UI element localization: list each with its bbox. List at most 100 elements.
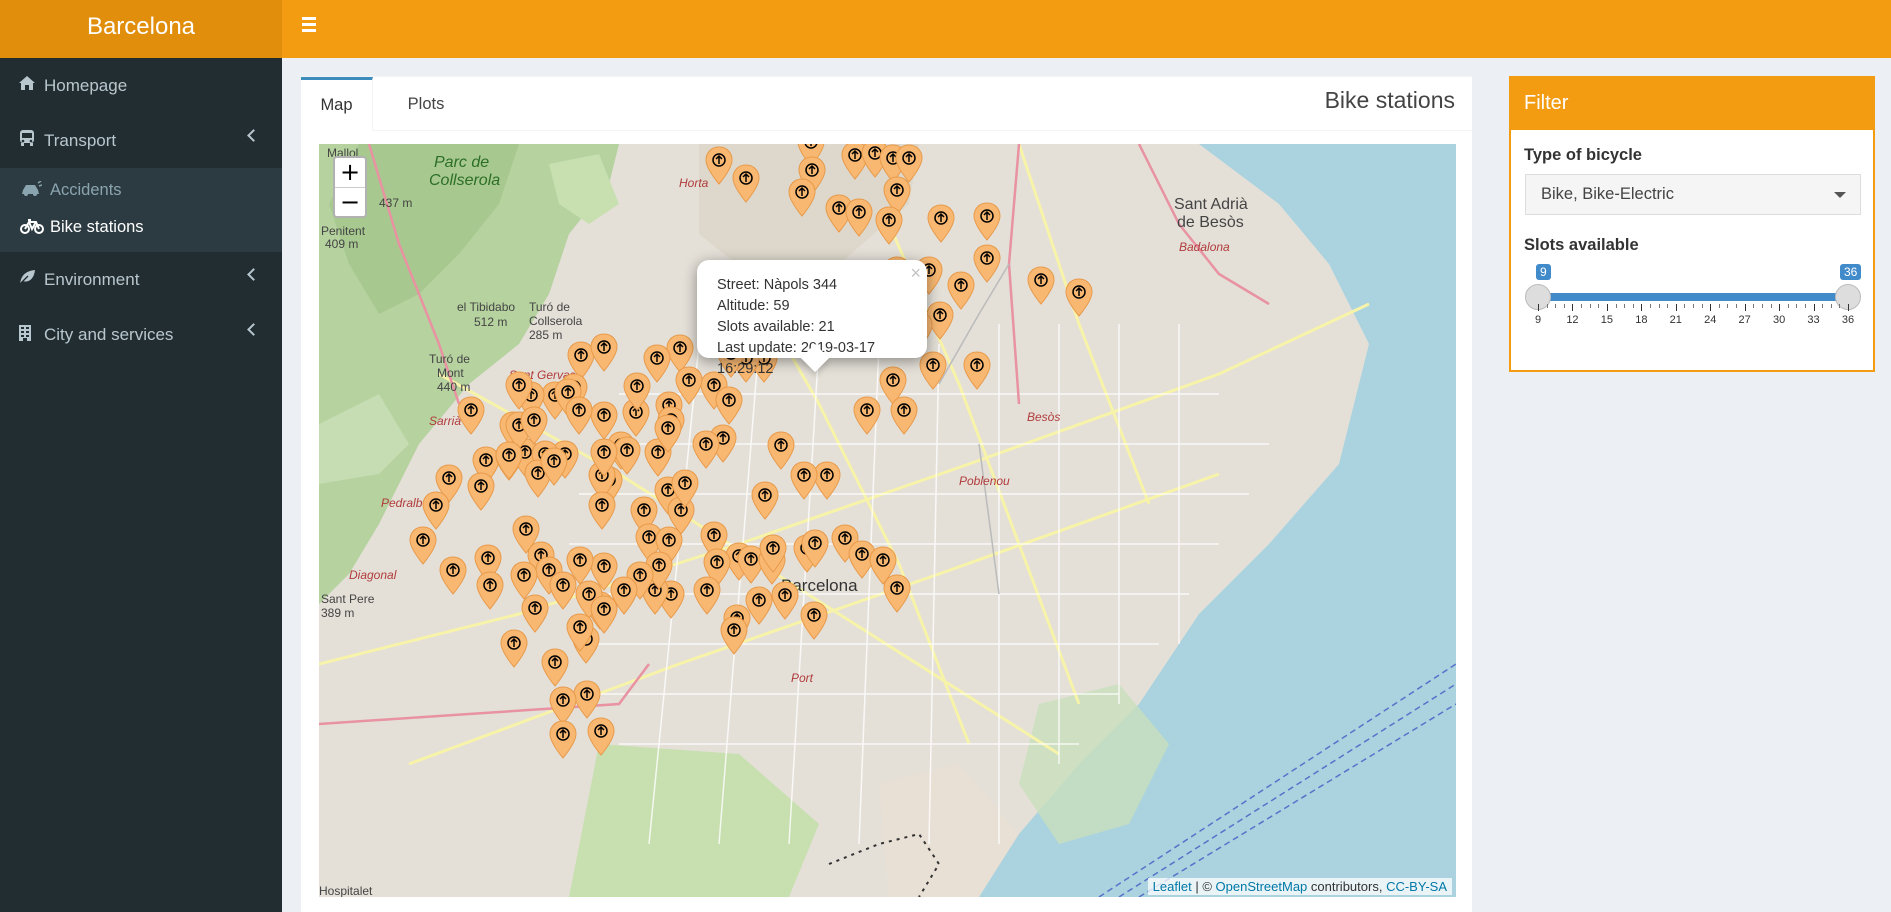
bike-station-marker-icon[interactable] — [589, 438, 619, 478]
bike-station-marker-icon[interactable] — [653, 414, 683, 454]
leaf-icon — [18, 269, 44, 290]
slider-tick-label: 9 — [1534, 314, 1542, 326]
bike-station-marker-icon[interactable] — [466, 472, 496, 512]
sidebar-item-transport[interactable]: Transport — [0, 113, 282, 168]
sidebar-subitem-bike-stations[interactable]: Bike stations — [0, 209, 282, 246]
bike-station-marker-icon[interactable] — [972, 244, 1002, 284]
bike-station-marker-icon[interactable] — [438, 556, 468, 596]
bicycle-type-select[interactable]: Bike, Bike-Electric — [1525, 174, 1861, 215]
sidebar-item-city-services[interactable]: City and services — [0, 307, 282, 362]
slider-tick-label: 15 — [1600, 314, 1613, 326]
bike-station-marker-icon[interactable] — [692, 576, 722, 616]
tab-map[interactable]: Map — [301, 77, 373, 131]
bike-station-marker-icon[interactable] — [1026, 266, 1056, 306]
bike-station-marker-icon[interactable] — [874, 206, 904, 246]
bike-station-marker-icon[interactable] — [800, 529, 830, 569]
bike-station-marker-icon[interactable] — [889, 396, 919, 436]
slider-minor-tick — [1727, 304, 1729, 308]
bike-station-marker-icon[interactable] — [586, 717, 616, 757]
sidebar-subitem-accidents[interactable]: Accidents — [0, 172, 282, 209]
transport-submenu: Accidents Bike stations — [0, 168, 282, 252]
bike-station-marker-icon[interactable] — [548, 720, 578, 760]
bike-station-marker-icon[interactable] — [475, 571, 505, 611]
popup-close-icon[interactable]: × — [910, 263, 921, 284]
bike-station-marker-icon[interactable] — [587, 491, 617, 531]
popup-street: Street: Nàpols 344 — [717, 277, 838, 293]
slots-slider[interactable]: 9 36 9 12 15 18 21 24 27 30 33 36 — [1525, 264, 1865, 344]
sidebar-item-environment[interactable]: Environment — [0, 252, 282, 307]
slider-tick-label: 36 — [1841, 314, 1855, 326]
bike-station-marker-icon[interactable] — [691, 430, 721, 470]
bike-station-marker-icon[interactable] — [456, 396, 486, 436]
bike-station-marker-icon[interactable] — [670, 469, 700, 509]
chevron-left-icon — [247, 323, 260, 336]
bike-station-marker-icon[interactable] — [504, 371, 534, 411]
bike-station-marker-icon[interactable] — [852, 396, 882, 436]
building-icon — [18, 324, 44, 346]
slider-tick-label: 12 — [1566, 314, 1579, 326]
zoom-in-button[interactable]: + — [335, 158, 365, 187]
osm-link[interactable]: OpenStreetMap — [1216, 879, 1308, 894]
slider-minor-tick — [1615, 304, 1617, 308]
slider-minor-tick — [1581, 304, 1583, 308]
bike-station-marker-icon[interactable] — [520, 594, 550, 634]
bike-station-marker-icon[interactable] — [408, 526, 438, 566]
bike-station-marker-icon[interactable] — [962, 351, 992, 391]
attribution-sep: | © — [1191, 879, 1216, 894]
slider-minor-tick — [1770, 304, 1772, 308]
box-title: Bike stations — [1324, 87, 1455, 113]
bike-station-marker-icon[interactable] — [750, 481, 780, 521]
bike-station-marker-icon[interactable] — [548, 571, 578, 611]
slider-tick-mark — [1538, 304, 1539, 311]
bike-station-marker-icon[interactable] — [622, 372, 652, 412]
bike-station-marker-icon[interactable] — [882, 574, 912, 614]
bike-station-marker-icon[interactable] — [1064, 278, 1094, 318]
zoom-out-button[interactable]: − — [335, 187, 365, 216]
leaflet-map[interactable]: Parc de Collserola Horta Sant Adrià de B… — [319, 144, 1456, 897]
sidebar-item-label: City and services — [44, 324, 174, 344]
bike-station-marker-icon[interactable] — [421, 491, 451, 531]
bike-station-marker-icon[interactable] — [540, 648, 570, 688]
bike-station-marker-icon[interactable] — [539, 447, 569, 487]
bike-station-marker-icon[interactable] — [972, 202, 1002, 242]
slider-tick-mark — [1675, 304, 1677, 311]
bike-station-marker-icon[interactable] — [589, 333, 619, 373]
slider-minor-tick — [1796, 304, 1798, 308]
slider-minor-tick — [1701, 304, 1703, 308]
bike-station-marker-icon[interactable] — [744, 586, 774, 626]
bike-station-marker-icon[interactable] — [704, 146, 734, 186]
bike-station-marker-icon[interactable] — [799, 601, 829, 641]
bus-icon — [18, 129, 44, 152]
bicycle-type-value: Bike, Bike-Electric — [1541, 185, 1674, 203]
tab-plots[interactable]: Plots — [396, 77, 456, 131]
sidebar-item-homepage[interactable]: Homepage — [0, 58, 282, 113]
bike-station-marker-icon[interactable] — [844, 198, 874, 238]
top-navbar: Barcelona — [0, 0, 1891, 58]
slider-tick-label: 27 — [1738, 314, 1751, 326]
bike-station-marker-icon[interactable] — [766, 431, 796, 471]
slider-minor-tick — [1649, 304, 1651, 308]
bike-station-marker-icon[interactable] — [565, 613, 595, 653]
bike-station-marker-icon[interactable] — [770, 581, 800, 621]
bike-station-marker-icon[interactable] — [564, 396, 594, 436]
app-logo-title[interactable]: Barcelona — [0, 0, 282, 58]
bike-station-marker-icon[interactable] — [758, 534, 788, 574]
slider-minor-tick — [1546, 304, 1548, 308]
bike-station-marker-icon[interactable] — [519, 406, 549, 446]
station-popup: × Street: Nàpols 344 Altitude: 59 Slots … — [697, 260, 927, 377]
license-link[interactable]: CC-BY-SA — [1386, 879, 1447, 894]
slider-track — [1537, 293, 1848, 301]
sidebar-toggle-icon[interactable] — [298, 14, 320, 40]
bike-station-marker-icon[interactable] — [926, 204, 956, 244]
bike-station-marker-icon[interactable] — [787, 178, 817, 218]
zoom-control: + − — [333, 156, 367, 218]
bike-station-marker-icon[interactable] — [494, 441, 524, 481]
bike-station-marker-icon[interactable] — [918, 351, 948, 391]
bike-station-marker-icon[interactable] — [714, 386, 744, 426]
bike-station-marker-icon[interactable] — [731, 164, 761, 204]
slider-minor-tick — [1624, 304, 1626, 308]
bike-station-marker-icon[interactable] — [499, 629, 529, 669]
bicycle-type-label: Type of bicycle — [1524, 146, 1642, 164]
leaflet-link[interactable]: Leaflet — [1153, 879, 1192, 894]
bike-station-marker-icon[interactable] — [511, 515, 541, 555]
